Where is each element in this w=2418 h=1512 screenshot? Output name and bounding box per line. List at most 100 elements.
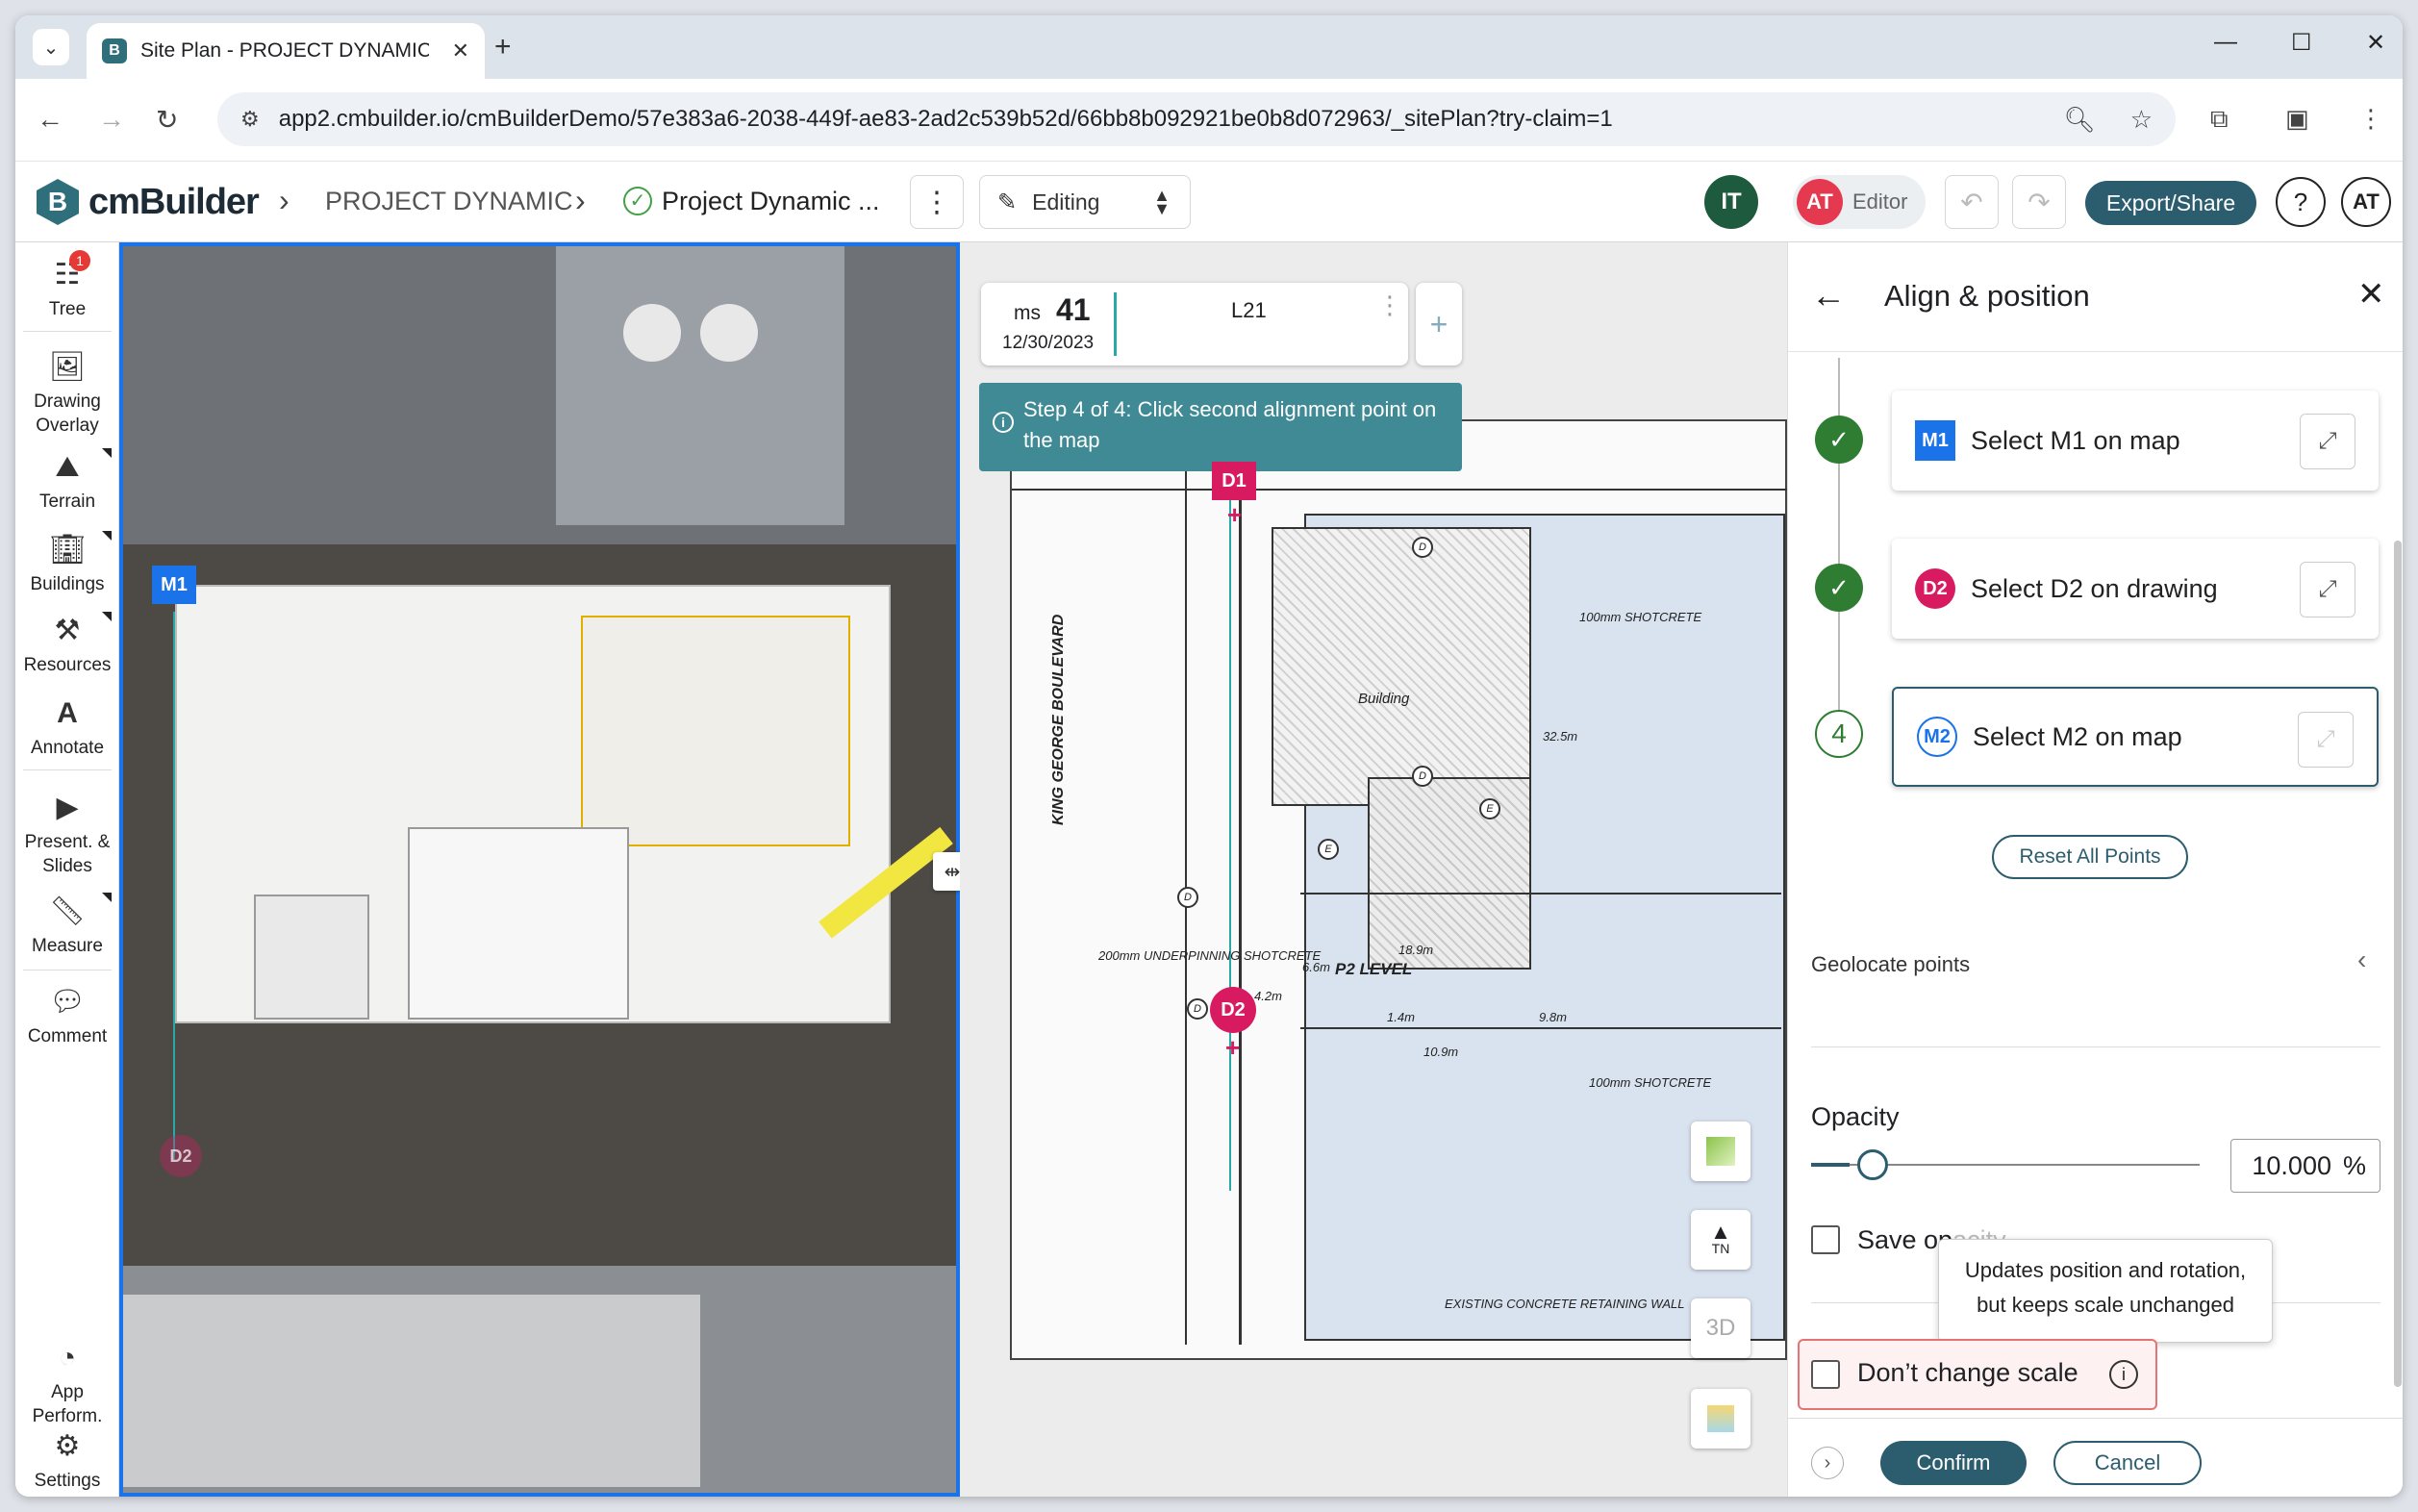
undo-button[interactable]: ↶ <box>1945 175 1999 229</box>
rail-comment[interactable]: 💬︎ Comment <box>15 983 119 1048</box>
extensions-icon[interactable]: ⧉ <box>2210 104 2229 135</box>
url-text: app2.cmbuilder.io/cmBuilderDemo/57e383a6… <box>278 106 1613 132</box>
mode-select[interactable]: ✎ Editing ▲ ▼ <box>979 175 1191 229</box>
info-icon[interactable]: i <box>2109 1360 2138 1389</box>
dimension-label: 6.6m <box>1302 960 1330 974</box>
comment-icon: 💬︎ <box>48 986 87 1018</box>
cancel-button[interactable]: Cancel <box>2053 1441 2202 1485</box>
milestone-divider <box>1114 292 1117 356</box>
rail-present-slides[interactable]: ▶ Present. & Slides <box>15 789 119 879</box>
step-select-d2[interactable]: D2 Select D2 on drawing ⤢ <box>1892 539 2379 639</box>
marker-d1[interactable]: D1 <box>1212 462 1256 500</box>
chevron-left-icon[interactable]: ‹ <box>2357 945 2366 975</box>
opacity-input[interactable]: 10.000 % <box>2230 1139 2380 1193</box>
rail-measure[interactable]: 📏︎ Measure <box>15 893 119 958</box>
drawing-viewer[interactable]: KING GEORGE BOULEVARD P2 LEVEL Building … <box>960 242 1789 1497</box>
close-icon[interactable]: ✕ <box>2357 275 2385 314</box>
reload-icon[interactable]: ↻ <box>156 104 178 136</box>
export-share-button[interactable]: Export/Share <box>2085 181 2256 225</box>
add-level-button[interactable]: + <box>1416 283 1462 365</box>
rail-drawing-overlay[interactable]: 🖼︎ Drawing Overlay <box>15 348 119 439</box>
zoom-icon[interactable]: 🔍︎ <box>2064 105 2096 135</box>
dimension-label: 10.9m <box>1423 1045 1459 1059</box>
extension-app-icon[interactable]: ▣ <box>2285 104 2309 134</box>
panel-scrollbar[interactable] <box>2394 541 2402 1387</box>
check-circle-icon: ✓ <box>623 187 652 215</box>
dont-change-scale-checkbox[interactable] <box>1811 1360 1840 1389</box>
reset-all-points-button[interactable]: Reset All Points <box>1992 835 2188 879</box>
rooftop-tank <box>700 304 758 362</box>
role-pill[interactable]: AT Editor <box>1793 175 1926 229</box>
site-info-icon[interactable]: ⚙ <box>240 107 260 132</box>
more-vertical-icon[interactable]: ⋮ <box>1377 292 1402 317</box>
rail-resources[interactable]: ⚒ Resources <box>15 612 119 677</box>
confirm-button[interactable]: Confirm <box>1880 1441 2027 1485</box>
grid-line <box>1012 489 1789 491</box>
close-window-icon[interactable]: ✕ <box>2366 29 2385 57</box>
grid-marker: D <box>1412 766 1433 787</box>
back-arrow-icon[interactable]: ← <box>1811 275 1846 315</box>
marker-d2-ghost: D2 <box>160 1135 202 1177</box>
step-select-m1[interactable]: M1 Select M1 on map ⤢ <box>1892 391 2379 491</box>
dont-change-scale-label[interactable]: Don’t change scale <box>1857 1358 2078 1388</box>
close-tab-icon[interactable]: ✕ <box>452 38 469 63</box>
user-menu-button[interactable]: AT <box>2341 177 2391 227</box>
presentation-icon: ▶ <box>56 792 79 823</box>
mode-value: Editing <box>1032 189 1100 214</box>
alignment-guide-line <box>1229 460 1231 1191</box>
rail-divider <box>23 331 112 332</box>
breadcrumb-project[interactable]: PROJECT DYNAMIC <box>325 187 573 216</box>
m2-tag: M2 <box>1917 717 1957 757</box>
crosshair-icon: + <box>1227 500 1243 529</box>
rail-buildings[interactable]: 🏢︎ Buildings <box>15 531 119 596</box>
marker-d2[interactable]: D2 <box>1210 987 1256 1033</box>
rail-annotate[interactable]: A Annotate <box>15 694 119 760</box>
tooltip-text: but keeps scale unchanged <box>1977 1293 2234 1317</box>
save-opacity-checkbox[interactable] <box>1811 1225 1840 1254</box>
rail-terrain[interactable]: ⛰ Terrain <box>15 448 119 514</box>
chevron-right-icon[interactable]: › <box>1811 1447 1844 1479</box>
avatar-it[interactable]: IT <box>1704 175 1758 229</box>
plan-menu-button[interactable]: ⋮ <box>910 175 964 229</box>
forward-icon[interactable]: → <box>98 104 125 135</box>
marker-m1[interactable]: M1 <box>152 566 196 604</box>
back-icon[interactable]: ← <box>37 104 63 135</box>
minimize-icon[interactable]: — <box>2214 29 2237 56</box>
legend-button[interactable] <box>1691 1389 1751 1449</box>
rail-tree[interactable]: ☷ 1 Tree <box>15 250 119 321</box>
help-button[interactable]: ? <box>2276 177 2326 227</box>
pick-point-icon[interactable]: ⤢ <box>2300 414 2355 469</box>
true-north-button[interactable]: ▲ TN <box>1691 1210 1751 1270</box>
opacity-slider-track[interactable] <box>1811 1149 2200 1180</box>
satellite-map[interactable]: M1 D2 <box>119 242 960 1497</box>
layer-thumbnail-button[interactable] <box>1691 1121 1751 1181</box>
tree-badge: 1 <box>69 250 90 271</box>
new-tab-icon[interactable]: + <box>494 31 512 63</box>
bookmark-star-icon[interactable]: ☆ <box>2130 105 2153 135</box>
geolocate-label[interactable]: Geolocate points <box>1811 952 1970 977</box>
pick-point-icon[interactable]: ⤢ <box>2298 712 2354 768</box>
rail-app-performance[interactable]: ◔ App Perform. <box>15 1339 119 1429</box>
maximize-icon[interactable]: ☐ <box>2291 29 2312 57</box>
chevron-right-icon: › <box>279 183 290 217</box>
browser-tab[interactable]: B Site Plan - PROJECT DYNAMIC | ✕ <box>87 23 485 79</box>
tab-title: Site Plan - PROJECT DYNAMIC | <box>140 39 429 62</box>
redo-button[interactable]: ↷ <box>2012 175 2066 229</box>
opacity-slider-thumb[interactable] <box>1857 1149 1889 1180</box>
milestone-card[interactable]: ms 41 12/30/2023 L21 ⋮ <box>981 283 1408 365</box>
cmbuilder-logo[interactable]: B cmBuilder <box>37 179 260 225</box>
address-bar[interactable]: ⚙ app2.cmbuilder.io/cmBuilderDemo/57e383… <box>217 92 2176 146</box>
tab-search-button[interactable]: ⌄ <box>33 29 69 65</box>
step-number: 4 <box>1815 710 1863 758</box>
pick-point-icon[interactable]: ⤢ <box>2300 562 2355 617</box>
submenu-indicator <box>102 448 112 458</box>
dimension-label: 18.9m <box>1398 943 1434 957</box>
scale-tooltip: Updates position and rotation, but keeps… <box>1938 1239 2273 1343</box>
milestone-number: 41 <box>1056 292 1091 327</box>
rail-settings[interactable]: ⚙ Settings <box>15 1427 119 1493</box>
step-label: Select D2 on drawing <box>1971 573 2218 603</box>
browser-menu-icon[interactable]: ⋮ <box>2358 104 2383 134</box>
3d-toggle-button[interactable]: 3D <box>1691 1298 1751 1358</box>
breadcrumb-plan[interactable]: Project Dynamic ... <box>662 187 880 216</box>
step-select-m2[interactable]: M2 Select M2 on map ⤢ <box>1892 687 2379 787</box>
